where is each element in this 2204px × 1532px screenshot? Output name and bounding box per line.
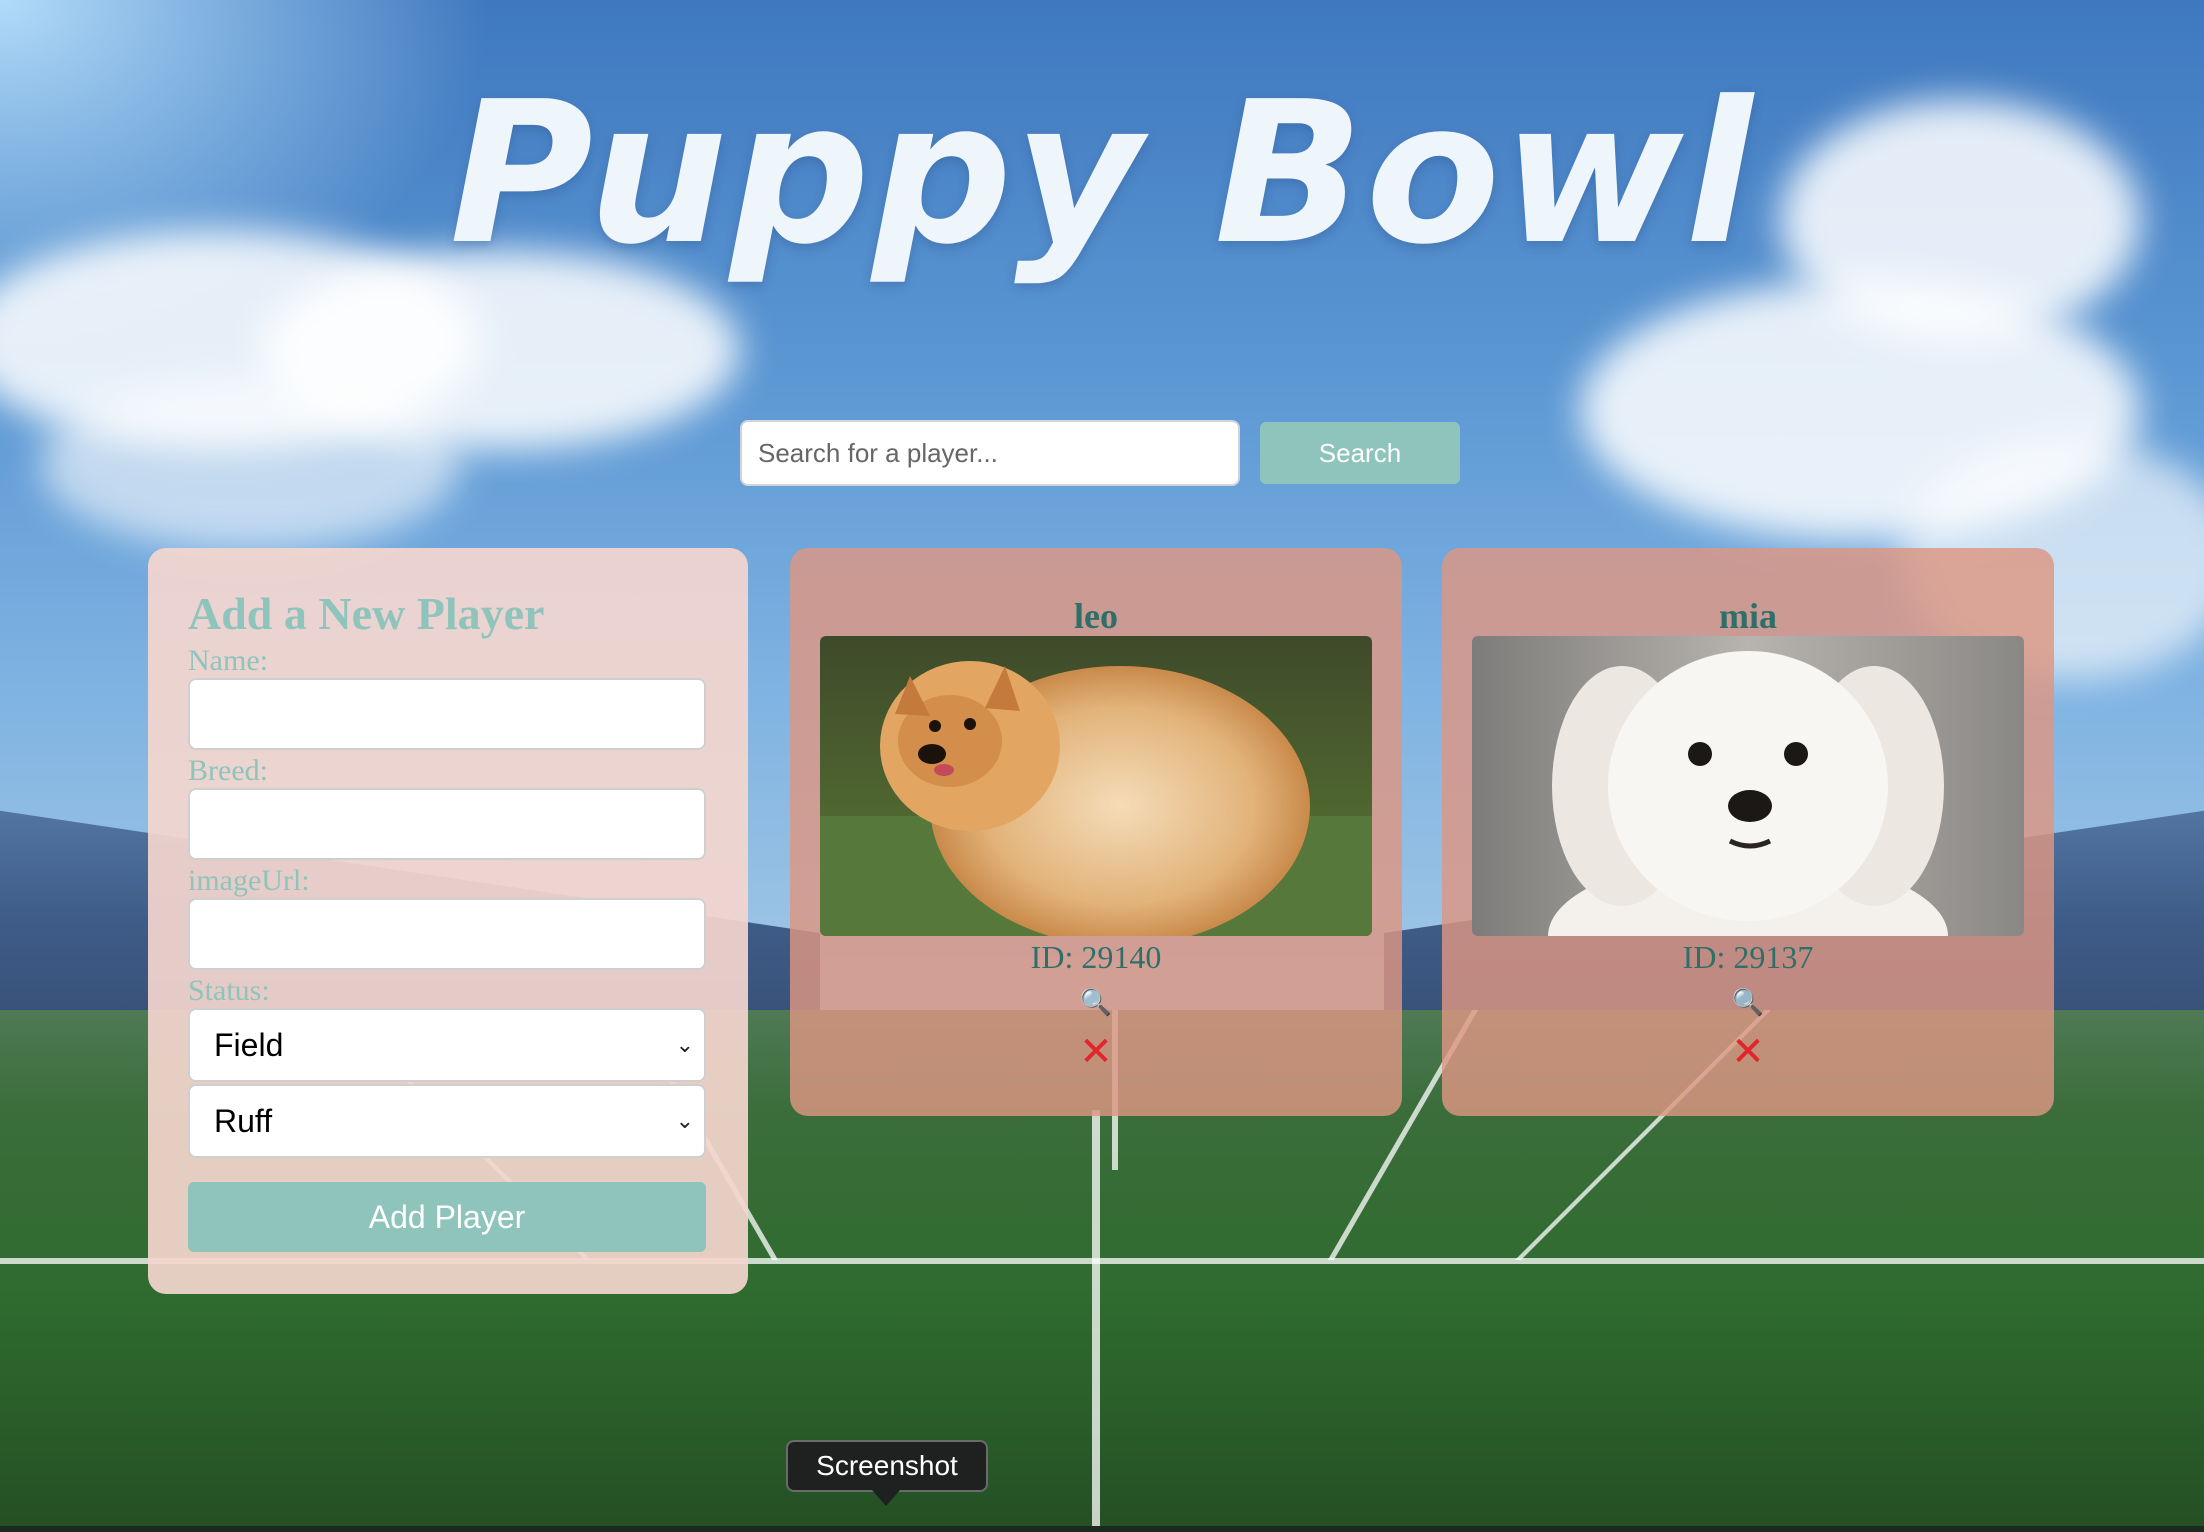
team-select[interactable]: Ruff ⌄: [188, 1084, 706, 1158]
player-name: mia: [1719, 596, 1777, 636]
team-select-value: Ruff: [214, 1103, 273, 1139]
status-select-value: Field: [214, 1027, 284, 1063]
player-id: ID: 29140: [1030, 939, 1162, 975]
bottom-edge: [0, 1526, 2204, 1532]
close-icon[interactable]: ✕: [790, 1032, 1402, 1072]
image-url-label: imageUrl:: [188, 864, 310, 897]
breed-label: Breed:: [188, 754, 268, 787]
name-label: Name:: [188, 644, 268, 677]
image-url-field[interactable]: [188, 898, 706, 970]
status-select[interactable]: Field ⌄: [188, 1008, 706, 1082]
player-name: leo: [1074, 596, 1118, 636]
magnifier-icon[interactable]: 🔍: [1732, 988, 1764, 1018]
chevron-down-icon: ⌄: [675, 1032, 694, 1057]
screenshot-tooltip: Screenshot: [786, 1440, 988, 1492]
search-button[interactable]: Search: [1260, 422, 1460, 484]
close-icon[interactable]: ✕: [1442, 1032, 2054, 1072]
chevron-down-icon: ⌄: [675, 1108, 694, 1133]
add-player-button[interactable]: Add Player: [188, 1182, 706, 1252]
search-input[interactable]: [740, 420, 1240, 486]
form-title: Add a New Player: [188, 588, 545, 639]
player-card: mia ID: 29137 🔍 ✕: [1442, 548, 2054, 1116]
status-label: Status:: [188, 974, 270, 1007]
page-title: Puppy Bowl: [449, 60, 1755, 288]
player-photo-maltese: [1472, 636, 2024, 936]
player-id: ID: 29137: [1682, 939, 1814, 975]
player-card: leo ID: 29140 🔍 ✕: [790, 548, 1402, 1116]
magnifier-icon[interactable]: 🔍: [1080, 988, 1112, 1018]
yard-line: [1092, 1110, 1100, 1532]
breed-field[interactable]: [188, 788, 706, 860]
cloud: [40, 380, 460, 550]
name-field[interactable]: [188, 678, 706, 750]
add-player-form: Add a New Player Name: Breed: imageUrl: …: [148, 548, 748, 1294]
tooltip-arrow: [872, 1490, 900, 1506]
player-photo-pomeranian: [820, 636, 1372, 936]
